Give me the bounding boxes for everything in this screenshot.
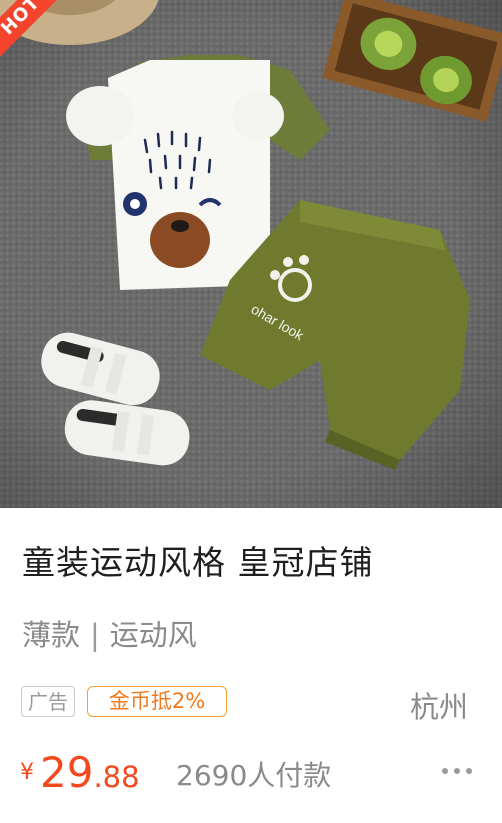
dot <box>466 768 472 774</box>
coin-discount-badge: 金币抵2% <box>87 686 227 717</box>
sales-count: 2690人付款 <box>176 759 332 792</box>
product-title[interactable]: 童装运动风格 皇冠店铺 <box>22 536 374 584</box>
tag-item: 运动风 <box>109 618 197 652</box>
price-decimal: .88 <box>93 760 140 794</box>
tag-separator: | <box>90 618 100 652</box>
ad-badge: 广告 <box>21 686 75 717</box>
price: ¥29.88 <box>20 748 140 797</box>
location-label: 杭州 <box>409 690 468 724</box>
more-dots-icon[interactable] <box>442 766 472 776</box>
price-symbol: ¥ <box>20 760 34 785</box>
price-integer: 29 <box>40 748 94 797</box>
product-tags: 薄款 | 运动风 <box>22 612 197 654</box>
dot <box>442 768 448 774</box>
product-card[interactable]: ohar look HOT 童装运动风格 皇冠店铺 薄款 | 运动风 广告 金币抵2… <box>0 0 502 823</box>
product-image[interactable]: ohar look HOT <box>0 0 502 508</box>
tag-item: 薄款 <box>22 618 81 652</box>
dot <box>454 768 460 774</box>
